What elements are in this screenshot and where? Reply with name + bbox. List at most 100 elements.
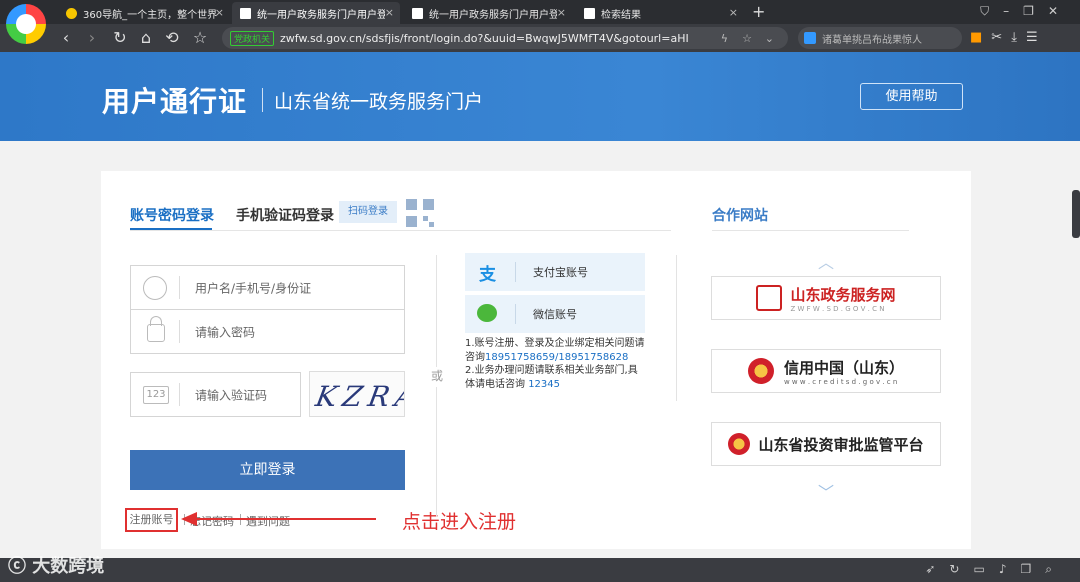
- window-controls: ⛉–❐✕: [980, 4, 1072, 19]
- tab-title: 统一用户政务服务门户用户登: [257, 9, 387, 21]
- menu-icon[interactable]: ☰: [1026, 30, 1047, 45]
- lock-icon: [147, 324, 165, 342]
- refresh-icon[interactable]: ↻: [949, 562, 973, 576]
- social-separator: [515, 262, 516, 282]
- status-bar-icons: ➶↻▭♪❐⌕: [925, 562, 1066, 577]
- captcha-badge-icon: 123: [143, 386, 169, 404]
- close-window-icon[interactable]: ✕: [1048, 4, 1072, 18]
- scissors-icon[interactable]: ✂: [991, 30, 1011, 45]
- search-placeholder: 诸葛单挑吕布战果惊人: [822, 34, 922, 46]
- partner-sub: Z W F W . S D . G O V . C N: [790, 304, 885, 313]
- url-text: zwfw.sd.gov.cn/sdsfjis/front/login.do?&u…: [280, 31, 689, 45]
- apps-icon[interactable]: ■: [970, 30, 991, 45]
- scroll-down-icon[interactable]: ﹀: [818, 479, 834, 503]
- partners-title: 合作网站: [712, 208, 768, 224]
- scroll-up-icon[interactable]: ︿: [818, 249, 834, 273]
- password-field[interactable]: 请输入密码: [130, 309, 405, 354]
- watermark: ⓒ 大数跨境: [8, 552, 104, 578]
- partner-investment-platform[interactable]: 山东省投资审批监管平台: [711, 422, 941, 466]
- seal-icon: [756, 285, 783, 311]
- field-separator: [179, 276, 180, 299]
- screen-icon[interactable]: ❐: [1021, 562, 1046, 576]
- field-separator: [179, 320, 180, 343]
- annotation-arrow: [181, 512, 376, 526]
- zoom-icon[interactable]: ⌕: [1045, 562, 1066, 576]
- 360-icon: [66, 7, 77, 19]
- tab-title: 360导航_一个主页，整个世界: [83, 9, 218, 21]
- window-icon[interactable]: ▭: [973, 562, 998, 576]
- undo-icon[interactable]: ⟲: [162, 28, 182, 48]
- or-label: 或: [431, 369, 444, 383]
- login-submit-button[interactable]: 立即登录: [130, 450, 405, 490]
- username-field[interactable]: 用户名/手机号/身份证: [130, 265, 405, 310]
- lock-shackle: [150, 316, 162, 326]
- wechat-login-button[interactable]: 微信账号: [465, 295, 645, 333]
- search-input[interactable]: 诸葛单挑吕布战果惊人: [798, 27, 962, 49]
- alipay-icon: 支: [479, 265, 496, 285]
- browser-logo-icon[interactable]: [6, 4, 46, 44]
- minimize-icon[interactable]: –: [1003, 4, 1023, 18]
- forward-icon[interactable]: ›: [82, 28, 102, 48]
- social-separator: [515, 304, 516, 324]
- password-placeholder: 请输入密码: [195, 325, 256, 339]
- address-bar[interactable]: 党政机关 zwfw.sd.gov.cn/sdsfjis/front/login.…: [222, 27, 788, 49]
- tab-login-active[interactable]: 统一用户政务服务门户用户登 ×: [232, 2, 400, 24]
- partner-sub: w w w . c r e d i t s d . g o v . c n: [783, 377, 898, 386]
- partner-sd-gov[interactable]: 山东政务服务网 Z W F W . S D . G O V . C N: [711, 276, 941, 320]
- lightning-icon[interactable]: ϟ: [721, 32, 728, 45]
- close-icon[interactable]: ×: [215, 6, 224, 19]
- header-divider: [262, 88, 263, 112]
- close-icon[interactable]: ×: [729, 6, 738, 19]
- section-divider: [676, 255, 677, 401]
- watermark-text: 大数跨境: [32, 556, 105, 577]
- wechat-label: 微信账号: [533, 308, 577, 321]
- partners-underline: [712, 230, 909, 231]
- rocket-icon[interactable]: ➶: [925, 562, 949, 576]
- home-icon[interactable]: ⌂: [136, 28, 156, 48]
- qr-code-icon[interactable]: [406, 199, 434, 227]
- partner-name: 信用中国（山东）: [783, 358, 904, 377]
- note-2-phone: 12345: [528, 378, 560, 390]
- close-icon[interactable]: ×: [384, 6, 394, 19]
- skin-icon[interactable]: ⛉: [980, 4, 1003, 18]
- favorite-icon[interactable]: ☆: [742, 32, 752, 45]
- scan-login-button[interactable]: 扫码登录: [339, 201, 397, 223]
- tab-360-nav[interactable]: 360导航_一个主页，整个世界 ×: [58, 2, 230, 24]
- tab-title: 检索结果: [601, 9, 641, 21]
- back-icon[interactable]: ‹: [56, 28, 76, 48]
- browser-status-bar: ⓒ 大数跨境 ➶↻▭♪❐⌕: [0, 556, 1080, 582]
- new-tab-button[interactable]: +: [752, 2, 765, 21]
- refresh-icon[interactable]: ↻: [110, 28, 130, 48]
- sound-icon[interactable]: ♪: [999, 562, 1021, 576]
- partner-credit-china[interactable]: 信用中国（山东） w w w . c r e d i t s d . g o v…: [711, 349, 941, 393]
- header-title: 用户通行证: [102, 85, 248, 118]
- emblem-icon: [728, 433, 751, 455]
- or-divider-line: [436, 255, 437, 367]
- bookmark-star-icon[interactable]: ☆: [190, 28, 210, 48]
- page-icon: [240, 7, 251, 19]
- help-notes: 1.账号注册、登录及企业绑定相关问题请咨询18951758659/1895175…: [465, 337, 645, 391]
- annotation-text: 点击进入注册: [402, 511, 517, 533]
- captcha-field[interactable]: 123 请输入验证码: [130, 372, 301, 417]
- tab-login-2[interactable]: 统一用户政务服务门户用户登 ×: [404, 2, 572, 24]
- close-icon[interactable]: ×: [556, 6, 566, 19]
- alipay-login-button[interactable]: 支 支付宝账号: [465, 253, 645, 291]
- dropdown-icon[interactable]: ⌄: [765, 32, 774, 45]
- tab-account-login[interactable]: 账号密码登录: [130, 205, 214, 225]
- page-scrollbar-handle[interactable]: [1072, 190, 1080, 238]
- tabs-baseline: [130, 230, 671, 231]
- tab-search-results[interactable]: 检索结果 ×: [576, 2, 744, 24]
- register-link[interactable]: 注册账号: [125, 508, 178, 532]
- help-button[interactable]: 使用帮助: [860, 83, 963, 110]
- username-placeholder: 用户名/手机号/身份证: [195, 281, 312, 295]
- tab-sms-login[interactable]: 手机验证码登录: [236, 205, 334, 225]
- captcha-placeholder: 请输入验证码: [195, 388, 268, 402]
- restore-icon[interactable]: ❐: [1023, 4, 1048, 18]
- emblem-icon: [747, 358, 774, 384]
- download-icon[interactable]: ⤓: [1011, 30, 1026, 45]
- browser-tab-bar: 360导航_一个主页，整个世界 × 统一用户政务服务门户用户登 × 统一用户政务…: [0, 0, 1080, 44]
- tab-title: 统一用户政务服务门户用户登: [429, 9, 559, 21]
- partner-name: 山东省投资审批监管平台: [758, 435, 924, 454]
- toolbar-right-icons: ■✂⤓☰: [970, 30, 1047, 45]
- captcha-image[interactable]: KZRA: [309, 371, 405, 417]
